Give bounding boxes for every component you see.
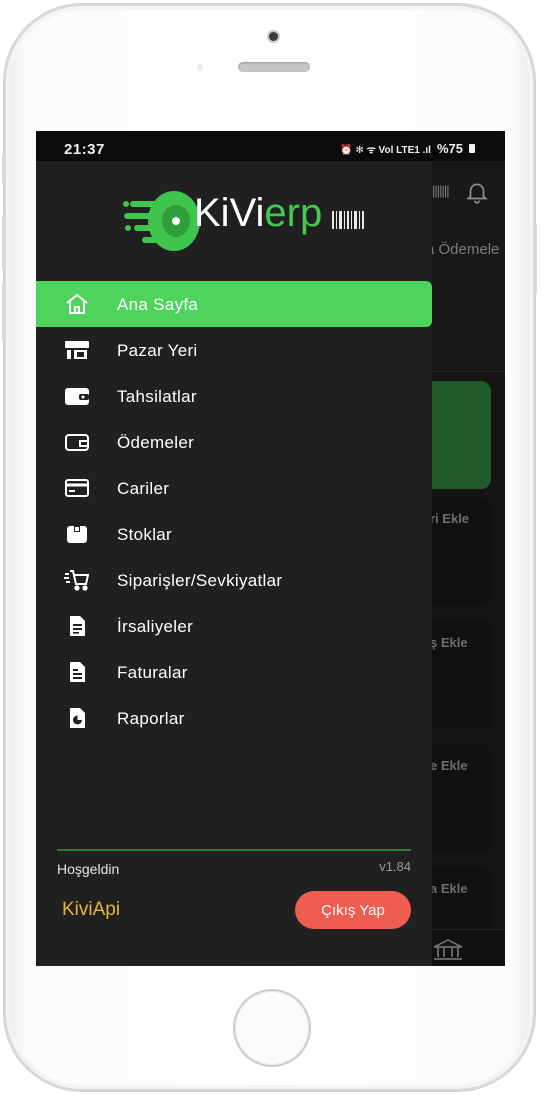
menu-item-label: Ana Sayfa [117,295,199,314]
app-version: v1.84 [379,859,411,874]
status-icons: ⏰ ✻ ᯤ Vol LTE1 .ıl %75 [340,141,475,156]
earpiece-speaker [238,62,310,72]
document-icon [64,614,90,638]
menu-item-label: İrsaliyeler [117,617,194,636]
invoice-icon [64,660,90,684]
report-icon [64,706,90,730]
background-card-label: ri Ekle [430,511,470,526]
proximity-sensor [197,64,203,70]
menu-item-label: Faturalar [117,663,188,682]
background-app: ||||||| a Ödemele ri Ekle ş Ekle e Ekle … [420,161,505,966]
menu-item-raporlar[interactable]: Raporlar [36,695,432,741]
status-bar: 21:37 ⏰ ✻ ᯤ Vol LTE1 .ıl %75 [36,131,505,161]
power-button [533,224,537,294]
home-icon [64,292,90,316]
battery-level: %75 [436,141,463,156]
background-bottom-bar [432,929,505,966]
background-card-label: ş Ekle [430,635,468,650]
menu-item-pazar-yeri[interactable]: Pazar Yeri [36,327,432,373]
menu-item-faturalar[interactable]: Faturalar [36,649,432,695]
menu-item-odemeler[interactable]: Ödemeler [36,419,432,465]
box-icon [64,522,90,546]
screen: 21:37 ⏰ ✻ ᯤ Vol LTE1 .ıl %75 ||||||| a Ö… [36,131,505,966]
menu-item-label: Stoklar [117,525,173,544]
menu-item-siparisler-sevkiyatlar[interactable]: Siparişler/Sevkiyatlar [36,557,432,603]
volume-up-button [2,214,6,270]
username: KiviApi [62,899,121,920]
background-card-label: e Ekle [430,758,468,773]
logo-suffix: erp [264,191,323,235]
footer-divider [57,849,411,851]
mute-switch [2,154,6,184]
menu-item-label: Raporlar [117,709,185,728]
background-tab-label: a Ödemele [426,241,500,258]
menu-item-label: Siparişler/Sevkiyatlar [117,571,283,590]
battery-icon [469,144,475,153]
barcode-icon [332,211,364,229]
logo-wordmark: KiVierp [194,191,322,236]
kivierp-logo: KiVierp [122,183,372,263]
home-button[interactable] [235,991,309,1065]
status-time: 21:37 [64,141,105,158]
front-camera [269,32,278,41]
logout-button[interactable]: Çıkış Yap [295,891,411,929]
background-header: ||||||| a Ödemele [426,161,505,372]
volume-down-button [2,284,6,340]
barcode-icon[interactable]: ||||||| [432,183,450,198]
menu-item-cariler[interactable]: Cariler [36,465,432,511]
drawer-menu: Ana Sayfa Pazar Yeri Tahsilatlar Ödemele… [36,281,432,741]
kiwi-logo-icon [123,191,200,251]
menu-item-label: Cariler [117,479,170,498]
wallet-icon [64,384,90,408]
bank-icon[interactable] [432,938,464,966]
welcome-text: Hoşgeldin [57,861,120,877]
menu-item-label: Tahsilatlar [117,387,197,406]
cart-icon [64,568,90,592]
credit-card-icon [64,476,90,500]
bell-icon[interactable] [464,179,490,211]
menu-item-label: Pazar Yeri [117,341,198,360]
menu-item-tahsilatlar[interactable]: Tahsilatlar [36,373,432,419]
background-card-label: a Ekle [430,881,468,896]
menu-item-irsaliyeler[interactable]: İrsaliyeler [36,603,432,649]
logo-brand: KiVi [194,191,265,235]
menu-item-label: Ödemeler [117,433,195,452]
store-icon [64,338,90,362]
navigation-drawer: KiVierp Ana Sayfa Pazar Yeri Tahsilatlar… [36,161,432,966]
menu-item-ana-sayfa[interactable]: Ana Sayfa [36,281,432,327]
status-indicators: ⏰ ✻ ᯤ Vol LTE1 .ıl [340,144,431,156]
wallet-outline-icon [64,430,90,454]
menu-item-stoklar[interactable]: Stoklar [36,511,432,557]
